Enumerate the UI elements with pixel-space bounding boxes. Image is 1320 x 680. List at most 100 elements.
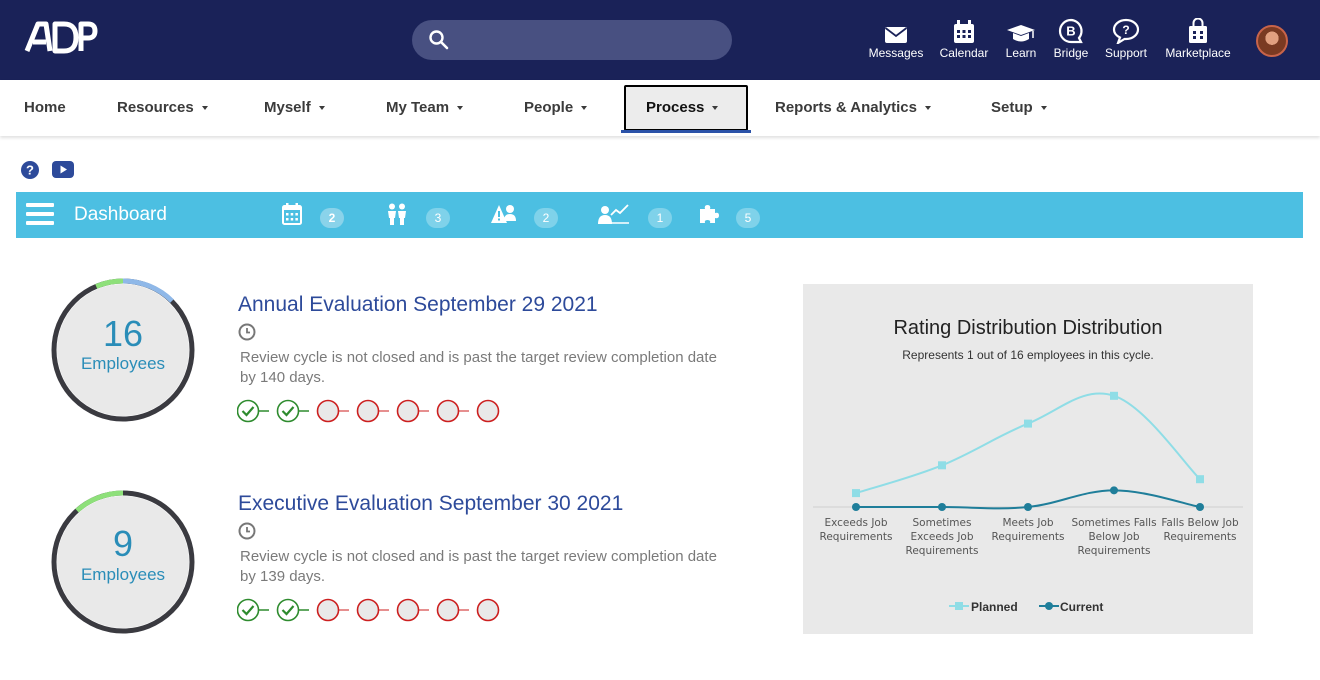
- calendar-icon[interactable]: [282, 203, 302, 230]
- nav-setup[interactable]: Setup: [991, 80, 1047, 136]
- current-point[interactable]: [938, 503, 946, 511]
- step-pending-icon: [316, 598, 340, 622]
- caret-down-icon: [712, 106, 719, 111]
- caret-down-icon: [1040, 106, 1047, 111]
- x-tick-label: Sometimes Exceeds Job Requirements: [905, 517, 979, 557]
- current-point[interactable]: [1024, 503, 1032, 511]
- legend-planned-label[interactable]: Planned: [971, 600, 1018, 614]
- caret-down-icon: [318, 106, 325, 111]
- planned-series-line: [855, 392, 1201, 495]
- legend-current-label[interactable]: Current: [1060, 600, 1103, 614]
- learn-button[interactable]: Learn: [1000, 18, 1042, 60]
- svg-text:?: ?: [26, 163, 34, 178]
- support-button[interactable]: ? Support: [1100, 18, 1152, 60]
- step-pending-icon: [396, 598, 420, 622]
- stat-badge: 1: [648, 208, 672, 228]
- step-complete-icon: [276, 399, 300, 423]
- warning-user-icon[interactable]: [490, 203, 516, 230]
- x-tick-label: Meets Job Requirements: [991, 517, 1065, 543]
- caret-down-icon: [457, 106, 464, 111]
- evaluation-status-text: Review cycle is not closed and is past t…: [240, 548, 717, 585]
- nav-reports-analytics[interactable]: Reports & Analytics: [775, 80, 931, 136]
- bridge-label: Bridge: [1053, 46, 1089, 60]
- top-header: Messages Calendar Learn B Bridge ? Suppo…: [0, 0, 1320, 80]
- stat-badge: 5: [736, 208, 760, 228]
- svg-text:?: ?: [1122, 23, 1129, 37]
- learn-label: Learn: [1005, 46, 1037, 60]
- support-label: Support: [1104, 46, 1148, 60]
- nav-reports-label: Reports & Analytics: [775, 99, 917, 116]
- nav-process-label: Process: [646, 99, 705, 116]
- question-circle-icon[interactable]: ?: [21, 161, 39, 184]
- nav-resources[interactable]: Resources: [117, 80, 208, 136]
- progress-steps[interactable]: [236, 399, 503, 430]
- step-complete-icon: [236, 598, 260, 622]
- employee-count-label: Employees: [80, 565, 166, 584]
- step-pending-icon: [356, 399, 380, 423]
- adp-logo-mark: [24, 21, 98, 54]
- evaluation-status-text: Review cycle is not closed and is past t…: [240, 349, 717, 386]
- legend-current-marker: [1039, 602, 1059, 610]
- employee-count: 16: [102, 313, 144, 354]
- step-complete-icon: [276, 598, 300, 622]
- step-pending-icon: [356, 598, 380, 622]
- nav-people[interactable]: People: [524, 80, 588, 136]
- bridge-icon: B: [1050, 18, 1092, 44]
- stat-badge: 2: [320, 208, 344, 228]
- stat-badge: 3: [426, 208, 450, 228]
- progress-steps[interactable]: [236, 598, 503, 629]
- youtube-icon[interactable]: [52, 161, 74, 183]
- employee-count: 9: [112, 523, 134, 564]
- rating-line-chart[interactable]: [803, 284, 1253, 634]
- evaluation-title-link[interactable]: Executive Evaluation September 30 2021: [238, 492, 623, 516]
- search-icon: [428, 29, 450, 56]
- planned-point[interactable]: [938, 461, 946, 470]
- graduation-cap-icon: [1000, 18, 1042, 44]
- planned-point[interactable]: [1196, 475, 1204, 484]
- search-box[interactable]: [412, 20, 732, 60]
- rating-distribution-panel: Rating Distribution Distribution Represe…: [803, 284, 1253, 634]
- calendar-icon: [936, 18, 992, 44]
- step-complete-icon: [236, 399, 260, 423]
- caret-down-icon: [924, 106, 931, 111]
- nav-home[interactable]: Home: [24, 80, 66, 136]
- nav-process[interactable]: Process: [646, 80, 719, 136]
- user-avatar[interactable]: [1256, 25, 1288, 57]
- adp-logo[interactable]: [24, 20, 98, 59]
- nav-my-team[interactable]: My Team: [386, 80, 464, 136]
- puzzle-icon[interactable]: [698, 203, 720, 230]
- calendar-button[interactable]: Calendar: [936, 18, 992, 60]
- dashboard-title: Dashboard: [74, 204, 167, 225]
- nav-home-label: Home: [24, 99, 66, 116]
- planned-point[interactable]: [1024, 419, 1032, 428]
- user-chart-icon[interactable]: [598, 203, 630, 230]
- current-point[interactable]: [1110, 486, 1118, 495]
- step-pending-icon: [436, 598, 460, 622]
- bridge-button[interactable]: B Bridge: [1050, 18, 1092, 60]
- nav-myself[interactable]: Myself: [264, 80, 325, 136]
- employee-count-label: Employees: [80, 354, 166, 373]
- people-icon[interactable]: [386, 203, 408, 230]
- planned-point[interactable]: [852, 489, 860, 498]
- current-point[interactable]: [852, 503, 860, 511]
- caret-down-icon: [201, 106, 208, 111]
- messages-label: Messages: [868, 46, 924, 60]
- marketplace-label: Marketplace: [1165, 46, 1231, 60]
- step-pending-icon: [396, 399, 420, 423]
- caret-down-icon: [581, 106, 588, 111]
- x-tick-label: Falls Below Job Requirements: [1161, 517, 1239, 543]
- stat-badge: 2: [534, 208, 558, 228]
- messages-button[interactable]: Messages: [866, 18, 926, 60]
- evaluation-title-link[interactable]: Annual Evaluation September 29 2021: [238, 293, 598, 317]
- x-tick-label: Sometimes Falls Below Job Requirements: [1071, 517, 1157, 557]
- current-point[interactable]: [1196, 503, 1204, 511]
- step-pending-icon: [316, 399, 340, 423]
- question-bubble-icon: ?: [1100, 18, 1152, 44]
- step-pending-icon: [476, 399, 500, 423]
- planned-point[interactable]: [1110, 391, 1118, 400]
- calendar-label: Calendar: [939, 46, 989, 60]
- marketplace-button[interactable]: Marketplace: [1162, 18, 1234, 60]
- hamburger-menu-icon[interactable]: [26, 203, 54, 227]
- legend-planned-marker: [949, 602, 969, 610]
- step-pending-icon: [436, 399, 460, 423]
